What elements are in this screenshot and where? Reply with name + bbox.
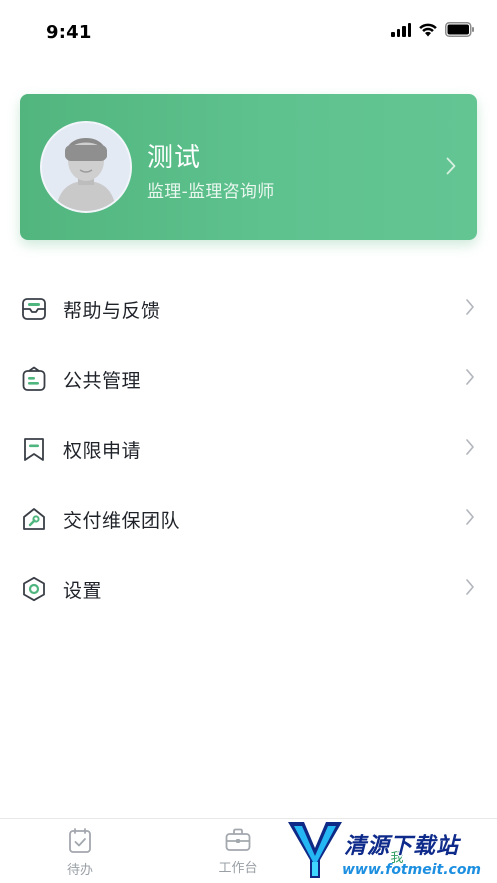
tab-workbench[interactable]: 工作台: [193, 827, 283, 876]
chevron-right-icon: [465, 368, 475, 390]
status-icons: [391, 22, 475, 37]
chevron-right-icon: [445, 156, 457, 180]
chevron-right-icon: [465, 438, 475, 460]
signal-icon: [391, 22, 411, 37]
status-time: 9:41: [46, 22, 92, 43]
chevron-right-icon: [465, 578, 475, 600]
menu-item-maintenance-team[interactable]: 交付维保团队: [0, 484, 497, 554]
bookmark-icon: [21, 436, 47, 462]
chevron-right-icon: [465, 508, 475, 530]
tab-label: 工作台: [218, 861, 258, 876]
tab-bar: 待办 工作台 我: [0, 818, 497, 883]
feedback-icon: [21, 296, 47, 322]
tab-todo[interactable]: 待办: [35, 827, 125, 878]
battery-icon: [445, 22, 475, 37]
menu-item-settings[interactable]: 设置: [0, 554, 497, 624]
chevron-right-icon: [465, 298, 475, 320]
menu-label: 交付维保团队: [63, 509, 181, 532]
settings-icon: [21, 576, 47, 602]
maintenance-icon: [21, 506, 47, 532]
menu-item-help-feedback[interactable]: 帮助与反馈: [0, 274, 497, 344]
avatar: [40, 121, 132, 213]
menu-label: 帮助与反馈: [63, 299, 161, 322]
profile-name: 测试: [147, 143, 202, 173]
menu-label: 公共管理: [63, 369, 142, 392]
wifi-icon: [418, 22, 438, 37]
tab-me[interactable]: 我: [352, 827, 442, 866]
menu-label: 设置: [63, 579, 103, 602]
menu-list: 帮助与反馈 公共管理 权限申请 交付维保团队 设置: [0, 274, 497, 624]
menu-label: 权限申请: [63, 439, 142, 462]
management-icon: [21, 366, 47, 392]
briefcase-icon: [193, 827, 283, 853]
tab-label: 待办: [66, 863, 93, 878]
todo-icon: [35, 827, 125, 855]
profile-screen: 9:41 测试 监理-监理咨询师 帮助与反馈 公共管理 权限申请 交付维保团队 …: [0, 0, 497, 883]
profile-role: 监理-监理咨询师: [147, 182, 275, 202]
profile-card[interactable]: 测试 监理-监理咨询师: [20, 94, 477, 240]
status-bar: 9:41: [0, 0, 497, 66]
tab-label: 我: [390, 851, 404, 866]
menu-item-public-management[interactable]: 公共管理: [0, 344, 497, 414]
menu-item-permission-request[interactable]: 权限申请: [0, 414, 497, 484]
